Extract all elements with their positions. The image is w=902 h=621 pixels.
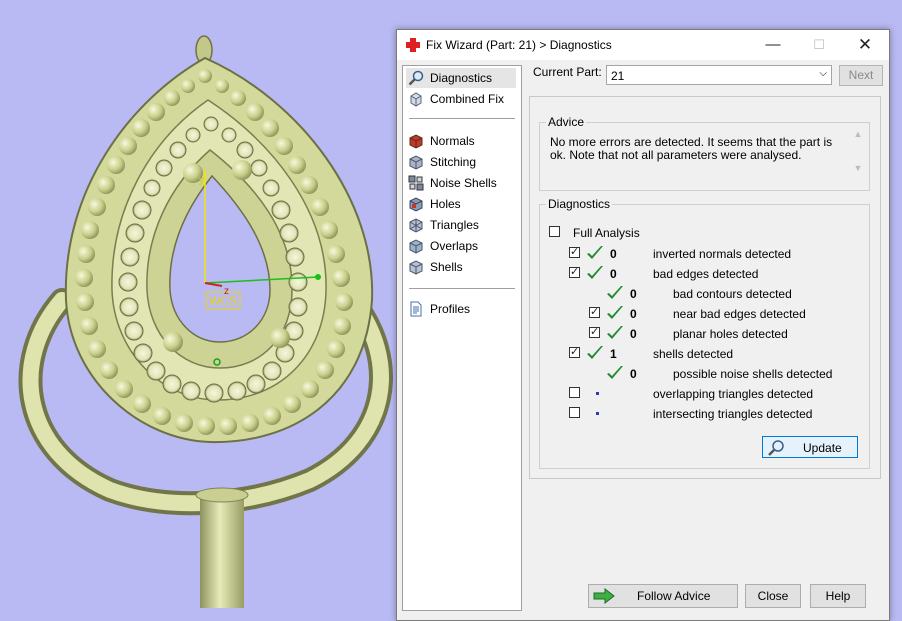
close-button[interactable]: Close	[745, 584, 801, 608]
diagnostic-label: near bad edges detected	[673, 307, 806, 321]
cube-icon	[410, 92, 422, 107]
diagnostic-count: 1	[610, 347, 617, 361]
magnifier-icon	[408, 70, 424, 86]
not-run-dot-icon	[596, 392, 599, 395]
nav-item-label: Diagnostics	[430, 71, 493, 85]
document-icon	[410, 301, 422, 317]
diagnostic-count: 0	[630, 307, 637, 321]
chevron-down-icon: ⌵	[819, 68, 827, 79]
check-mark-icon	[607, 326, 623, 339]
nav-item-label: Holes	[430, 197, 461, 211]
title-bar[interactable]: Fix Wizard (Part: 21) > Diagnostics — ☐ …	[397, 30, 889, 60]
overlaps-icon	[409, 239, 423, 254]
nav-item-label: Overlaps	[430, 239, 479, 253]
nav-item-profiles[interactable]: Profiles	[406, 299, 516, 319]
nav-item-label: Profiles	[430, 302, 471, 316]
diagnostic-label: bad edges detected	[653, 267, 759, 281]
diagnostic-checkbox[interactable]	[569, 387, 580, 398]
normals-icon	[409, 134, 423, 149]
update-label: Update	[803, 441, 842, 455]
check-mark-icon	[587, 346, 603, 359]
nav-item-normals[interactable]: Normals	[406, 131, 516, 151]
diagnostic-count: 0	[610, 267, 617, 281]
advice-text: No more errors are detected. It seems th…	[550, 135, 833, 162]
nav-item-label: Triangles	[430, 218, 479, 232]
nav-item-shells[interactable]: Shells	[406, 257, 516, 277]
check-mark-icon	[607, 306, 623, 319]
nav-item-overlaps[interactable]: Overlaps	[406, 236, 516, 256]
next-button[interactable]: Next	[839, 65, 883, 86]
diagnostic-label: overlapping triangles detected	[653, 387, 814, 401]
scroll-up-icon[interactable]: ▲	[851, 129, 865, 139]
not-run-dot-icon	[596, 412, 599, 415]
diagnostic-count: 0	[630, 327, 637, 341]
nav-item-label: Noise Shells	[430, 176, 497, 190]
current-part-select[interactable]: 21 ⌵	[606, 65, 832, 85]
diagnostic-label: possible noise shells detected	[673, 367, 833, 381]
nav-item-label: Combined Fix	[430, 92, 505, 106]
help-button[interactable]: Help	[810, 584, 866, 608]
nav-item-combined-fix[interactable]: Combined Fix	[406, 89, 516, 109]
diagnostic-checkbox[interactable]	[569, 407, 580, 418]
red-cross-icon	[406, 38, 420, 52]
diagnostic-label: shells detected	[653, 347, 734, 361]
advice-group: Advice No more errors are detected. It s…	[539, 115, 870, 191]
nav-item-holes[interactable]: Holes	[406, 194, 516, 214]
check-mark-icon	[587, 246, 603, 259]
magnifier-icon	[768, 440, 784, 456]
diagnostic-checkbox[interactable]	[569, 265, 580, 278]
nav-item-label: Shells	[430, 260, 463, 274]
full-analysis-label: Full Analysis	[573, 226, 640, 240]
shells-icon	[409, 260, 423, 275]
wcs-label: WCS	[209, 294, 237, 308]
diagnostic-count: 0	[630, 287, 637, 301]
diagnostic-checkbox[interactable]	[589, 325, 600, 338]
follow-advice-button[interactable]: Follow Advice	[588, 584, 738, 608]
diagnostic-checkbox[interactable]	[569, 345, 580, 358]
diagnostic-label: planar holes detected	[673, 327, 788, 341]
fix-wizard-window: Fix Wizard (Part: 21) > Diagnostics — ☐ …	[396, 29, 890, 621]
diagnostic-label: bad contours detected	[673, 287, 792, 301]
holes-icon	[409, 197, 423, 212]
nav-item-label: Normals	[430, 134, 475, 148]
nav-item-label: Stitching	[430, 155, 477, 169]
window-title: Fix Wizard (Part: 21) > Diagnostics	[426, 38, 612, 52]
diagnostic-checkbox[interactable]	[569, 245, 580, 258]
diagnostic-checkbox[interactable]	[589, 305, 600, 318]
check-mark-icon	[607, 286, 623, 299]
arrow-right-icon	[593, 588, 615, 604]
check-mark-icon	[587, 266, 603, 279]
full-analysis-checkbox[interactable]	[549, 226, 560, 237]
current-part-value: 21	[611, 69, 625, 83]
current-part-label: Current Part:	[533, 65, 602, 79]
noise-shells-icon	[408, 175, 424, 191]
nav-divider	[409, 288, 515, 289]
triangles-icon	[409, 218, 423, 233]
diagnostic-count: 0	[630, 367, 637, 381]
diagnostic-label: inverted normals detected	[653, 247, 792, 261]
nav-item-stitching[interactable]: Stitching	[406, 152, 516, 172]
nav-item-diagnostics[interactable]: Diagnostics	[406, 68, 516, 88]
nav-item-noise-shells[interactable]: Noise Shells	[406, 173, 516, 193]
nav-item-triangles[interactable]: Triangles	[406, 215, 516, 235]
update-button[interactable]: Update	[762, 436, 858, 458]
nav-divider	[409, 118, 515, 119]
close-window-button[interactable]: ✕	[842, 30, 888, 60]
diagnostic-label: intersecting triangles detected	[653, 407, 813, 421]
advice-scrollbar[interactable]: ▲ ▼	[851, 129, 865, 179]
axis-y-label: y	[199, 175, 204, 186]
maximize-button[interactable]: ☐	[796, 30, 842, 60]
follow-advice-label: Follow Advice	[637, 589, 711, 603]
wizard-nav: Diagnostics Combined Fix Normals Stitchi…	[402, 65, 522, 611]
scroll-down-icon[interactable]: ▼	[851, 163, 865, 173]
stitching-icon	[409, 155, 423, 170]
advice-legend: Advice	[546, 115, 587, 129]
minimize-button[interactable]: —	[750, 30, 796, 60]
diagnostics-panel: Advice No more errors are detected. It s…	[529, 96, 881, 479]
diagnostics-legend: Diagnostics	[546, 197, 613, 211]
diagnostics-group: Diagnostics Full Analysis 0 inverted norm…	[539, 197, 870, 469]
check-mark-icon	[607, 366, 623, 379]
diagnostic-count: 0	[610, 247, 617, 261]
